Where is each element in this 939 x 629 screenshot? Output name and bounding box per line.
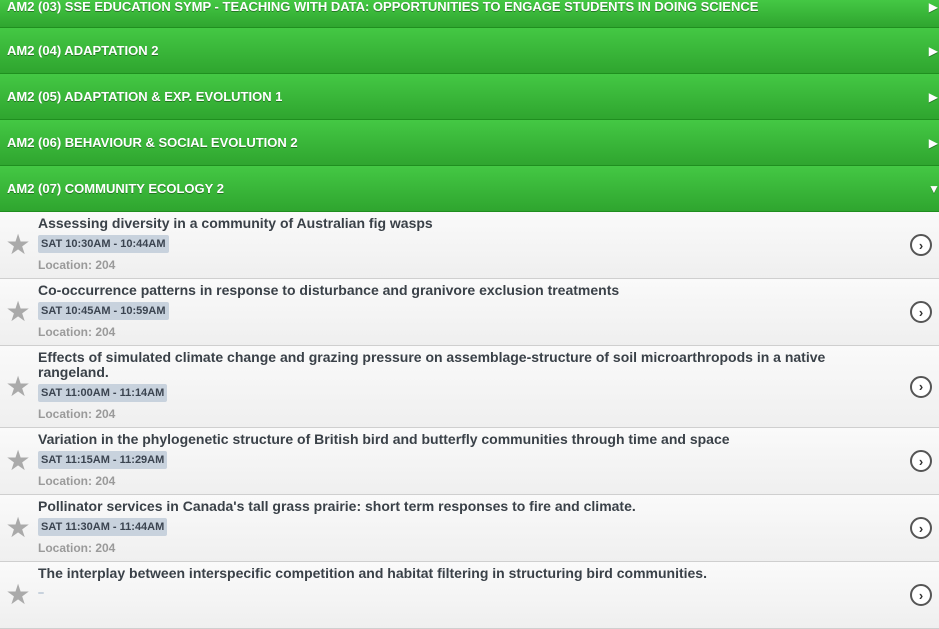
chevron-right-icon[interactable]: › bbox=[910, 301, 932, 323]
expand-arrow-icon: ▶ bbox=[928, 43, 938, 58]
session-item[interactable]: ★ The interplay between interspecific co… bbox=[0, 562, 939, 629]
session-title: Co-occurrence patterns in response to di… bbox=[38, 282, 620, 298]
star-icon[interactable]: ★ bbox=[5, 298, 31, 326]
section-header-label: AM2 (07) COMMUNITY ECOLOGY 2 bbox=[7, 181, 224, 196]
session-list: AM2 (03) SSE EDUCATION SYMP - TEACHING W… bbox=[0, 0, 939, 629]
session-item[interactable]: ★ Effects of simulated climate change an… bbox=[0, 346, 939, 428]
session-title: Variation in the phylogenetic structure … bbox=[38, 431, 730, 447]
session-item[interactable]: ★ Co-occurrence patterns in response to … bbox=[0, 279, 939, 346]
session-time-badge bbox=[38, 592, 44, 594]
section-header-am2-04[interactable]: AM2 (04) ADAPTATION 2 ▶ bbox=[0, 28, 939, 74]
section-header-am2-03[interactable]: AM2 (03) SSE EDUCATION SYMP - TEACHING W… bbox=[0, 0, 939, 28]
section-header-am2-06[interactable]: AM2 (06) BEHAVIOUR & SOCIAL EVOLUTION 2 … bbox=[0, 120, 939, 166]
star-icon[interactable]: ★ bbox=[5, 231, 31, 259]
session-location: Location: 204 bbox=[38, 474, 116, 488]
expand-arrow-icon: ▶ bbox=[928, 135, 938, 150]
chevron-right-icon[interactable]: › bbox=[910, 450, 932, 472]
expand-arrow-icon: ▶ bbox=[928, 89, 938, 104]
session-time-badge: SAT 11:30AM - 11:44AM bbox=[38, 518, 168, 536]
chevron-right-icon[interactable]: › bbox=[910, 234, 932, 256]
chevron-right-icon[interactable]: › bbox=[910, 584, 932, 606]
section-header-label: AM2 (04) ADAPTATION 2 bbox=[7, 43, 159, 58]
session-location: Location: 204 bbox=[38, 541, 116, 555]
session-location: Location: 204 bbox=[38, 258, 116, 272]
section-header-am2-07[interactable]: AM2 (07) COMMUNITY ECOLOGY 2 ▼ bbox=[0, 166, 939, 212]
session-time-badge: SAT 10:30AM - 10:44AM bbox=[38, 235, 169, 253]
section-header-label: AM2 (03) SSE EDUCATION SYMP - TEACHING W… bbox=[7, 0, 759, 14]
section-header-label: AM2 (05) ADAPTATION & EXP. EVOLUTION 1 bbox=[7, 89, 283, 104]
star-icon[interactable]: ★ bbox=[5, 447, 31, 475]
expand-arrow-icon: ▶ bbox=[928, 0, 938, 14]
session-time-badge: SAT 11:15AM - 11:29AM bbox=[38, 451, 168, 469]
collapse-arrow-icon: ▼ bbox=[928, 181, 939, 196]
session-location: Location: 204 bbox=[38, 407, 116, 421]
chevron-right-icon[interactable]: › bbox=[910, 375, 932, 398]
session-title: Pollinator services in Canada's tall gra… bbox=[38, 498, 636, 514]
section-header-am2-05[interactable]: AM2 (05) ADAPTATION & EXP. EVOLUTION 1 ▶ bbox=[0, 74, 939, 120]
chevron-right-icon[interactable]: › bbox=[910, 517, 932, 539]
session-item[interactable]: ★ Variation in the phylogenetic structur… bbox=[0, 428, 939, 495]
session-time-badge: SAT 11:00AM - 11:14AM bbox=[38, 384, 168, 402]
session-title: Assessing diversity in a community of Au… bbox=[38, 215, 433, 231]
star-icon[interactable]: ★ bbox=[5, 514, 31, 542]
session-title: The interplay between interspecific comp… bbox=[38, 565, 707, 581]
session-item[interactable]: ★ Assessing diversity in a community of … bbox=[0, 212, 939, 279]
star-icon[interactable]: ★ bbox=[5, 581, 31, 609]
session-location: Location: 204 bbox=[38, 325, 116, 339]
star-icon[interactable]: ★ bbox=[5, 372, 31, 400]
session-item[interactable]: ★ Pollinator services in Canada's tall g… bbox=[0, 495, 939, 562]
session-time-badge: SAT 10:45AM - 10:59AM bbox=[38, 302, 169, 320]
section-header-label: AM2 (06) BEHAVIOUR & SOCIAL EVOLUTION 2 bbox=[7, 135, 298, 150]
session-title: Effects of simulated climate change and … bbox=[38, 349, 826, 380]
